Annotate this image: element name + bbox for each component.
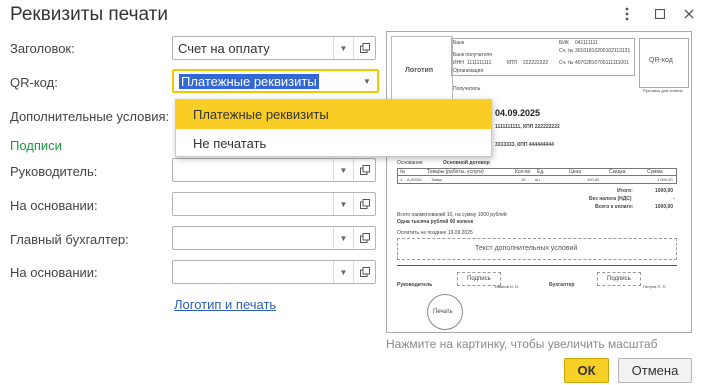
preview-col-num: №	[400, 169, 406, 175]
preview-extra-text: Текст дополнительных условий	[475, 245, 578, 252]
signatures-section-title: Подписи	[10, 138, 62, 153]
director-basis-field[interactable]: ▼	[172, 192, 376, 216]
preview-words-text: Одна тысяча рублей 00 копеек	[397, 219, 474, 225]
extra-conditions-label: Дополнительные условия:	[10, 109, 170, 124]
preview-col-unit: Ед.	[537, 169, 545, 175]
qr-label: QR-код:	[10, 75, 58, 90]
preview-row-qty: 10	[521, 177, 526, 182]
preview-recipient-label: Получатель	[453, 86, 481, 92]
preview-sign2-text: Подпись	[607, 276, 631, 282]
dropdown-arrow-icon[interactable]: ▼	[357, 71, 377, 91]
logo-and-stamp-link[interactable]: Логотип и печать	[174, 297, 276, 312]
dropdown-arrow-icon[interactable]: ▼	[333, 261, 353, 283]
close-icon[interactable]	[679, 4, 699, 24]
preview-supplier-line: 1111111111, КПП 222222222	[495, 124, 560, 130]
open-form-icon[interactable]	[353, 227, 375, 249]
qr-field-value: Платежные реквизиты	[179, 73, 319, 89]
dropdown-arrow-icon[interactable]: ▼	[333, 37, 353, 59]
preview-acc-value: 30101810200102113131	[575, 48, 631, 54]
cancel-button[interactable]: Отмена	[618, 358, 692, 383]
preview-invoice-date: 04.09.2025	[495, 108, 541, 118]
qr-option-do-not-print[interactable]: Не печатать	[176, 129, 491, 158]
preview-logo-text: Логотип	[405, 67, 434, 74]
preview-row-unit: шт	[535, 177, 541, 182]
qr-option-payment-details[interactable]: Платежные реквизиты	[176, 100, 491, 129]
zoom-hint: Нажмите на картинку, чтобы увеличить мас…	[386, 337, 658, 351]
director-basis-label: На основании:	[10, 198, 98, 213]
preview-col-sum: Сумма	[647, 169, 663, 175]
preview-payer-bank: Банк получателя	[453, 52, 492, 58]
preview-divider	[397, 265, 677, 266]
preview-row-goods: Товар	[431, 177, 442, 182]
preview-org-label: Организация	[453, 68, 484, 74]
preview-table-divider	[397, 175, 677, 176]
preview-sign1-text: Подпись	[467, 276, 491, 282]
preview-row-num: 1	[400, 177, 403, 182]
preview-row-code: А-00001	[407, 177, 423, 182]
preview-col-price: Цена	[569, 169, 582, 175]
preview-director-label: Руководитель	[397, 282, 433, 288]
preview-buyer-line: 3333333, КПП 444444444	[495, 142, 554, 148]
window-title: Реквизиты печати	[10, 4, 168, 25]
director-label: Руководитель:	[10, 164, 98, 179]
preview-row-price: 100,00	[587, 177, 600, 182]
qr-field[interactable]: Платежные реквизиты ▼	[172, 69, 379, 93]
preview-col-goods: Товары (работы, услуги)	[427, 169, 484, 175]
accountant-label: Главный бухгалтер:	[10, 232, 129, 247]
ok-button[interactable]: ОК	[564, 358, 609, 383]
preview-accountant-label: Бухгалтер	[549, 282, 575, 288]
preview-inn-label: ИНН	[453, 60, 464, 66]
accountant-basis-label: На основании:	[10, 265, 98, 280]
preview-basis-label: Основание	[397, 160, 423, 166]
preview-vat-value: -	[673, 196, 675, 202]
maximize-icon[interactable]	[650, 4, 670, 24]
header-field[interactable]: Счет на оплату ▼	[172, 36, 376, 60]
preview-kpp-value: 222222222	[523, 60, 549, 66]
dropdown-arrow-icon[interactable]: ▼	[333, 159, 353, 181]
open-form-icon[interactable]	[353, 159, 375, 181]
more-icon[interactable]	[617, 4, 637, 24]
dropdown-arrow-icon[interactable]: ▼	[333, 227, 353, 249]
dropdown-arrow-icon[interactable]: ▼	[333, 193, 353, 215]
preview-basis-value: Основной договор	[443, 160, 490, 166]
preview-director-name: Иванов И. И.	[495, 284, 519, 289]
header-label: Заголовок:	[10, 41, 75, 56]
preview-total-value: 1000,00	[655, 188, 674, 194]
open-form-icon[interactable]	[353, 193, 375, 215]
preview-acc-label: Сч. №	[559, 48, 574, 54]
preview-stamp-text: Печать	[433, 309, 453, 315]
preview-pay-label: Всего к оплате:	[595, 204, 634, 210]
preview-count-text: Всего наименований 10, на сумму 1000 руб…	[397, 212, 507, 218]
preview-bik-value: 041111111	[575, 40, 598, 46]
open-form-icon[interactable]	[353, 37, 375, 59]
preview-qr-text: QR-код	[649, 57, 673, 64]
preview-col-qty: Кол-во	[515, 169, 531, 175]
preview-bank-label: Банк	[453, 40, 465, 46]
preview-acc2-value: 40702810700111111001	[575, 60, 629, 66]
accountant-field[interactable]: ▼	[172, 226, 376, 250]
preview-accountant-name: Петров П. П.	[643, 284, 667, 289]
accountant-basis-field[interactable]: ▼	[172, 260, 376, 284]
qr-dropdown-list: Платежные реквизиты Не печатать	[175, 99, 492, 157]
preview-total-label: Итого:	[617, 188, 633, 194]
preview-inn-value: 1111111111	[467, 60, 492, 66]
preview-acc2-label: Сч. №	[559, 60, 574, 66]
preview-pay-value: 1000,00	[655, 204, 674, 210]
preview-vat-label: Без налога (НДС)	[589, 196, 632, 202]
preview-kpp-label: КПП	[507, 60, 518, 66]
preview-bik-label: БИК	[559, 40, 569, 46]
preview-qr-note: Рукопись для оплаты	[643, 88, 683, 93]
preview-row-sum: 1 000,00	[657, 177, 673, 182]
print-preview[interactable]: Логотип Банк БИК 041111111 Сч. № 3010181…	[386, 31, 692, 333]
open-form-icon[interactable]	[353, 261, 375, 283]
preview-col-discount: Скидка	[609, 169, 626, 175]
director-field[interactable]: ▼	[172, 158, 376, 182]
header-field-value: Счет на оплату	[178, 40, 270, 56]
preview-due-text: Оплатить не позднее 19.09.2025	[397, 230, 473, 236]
